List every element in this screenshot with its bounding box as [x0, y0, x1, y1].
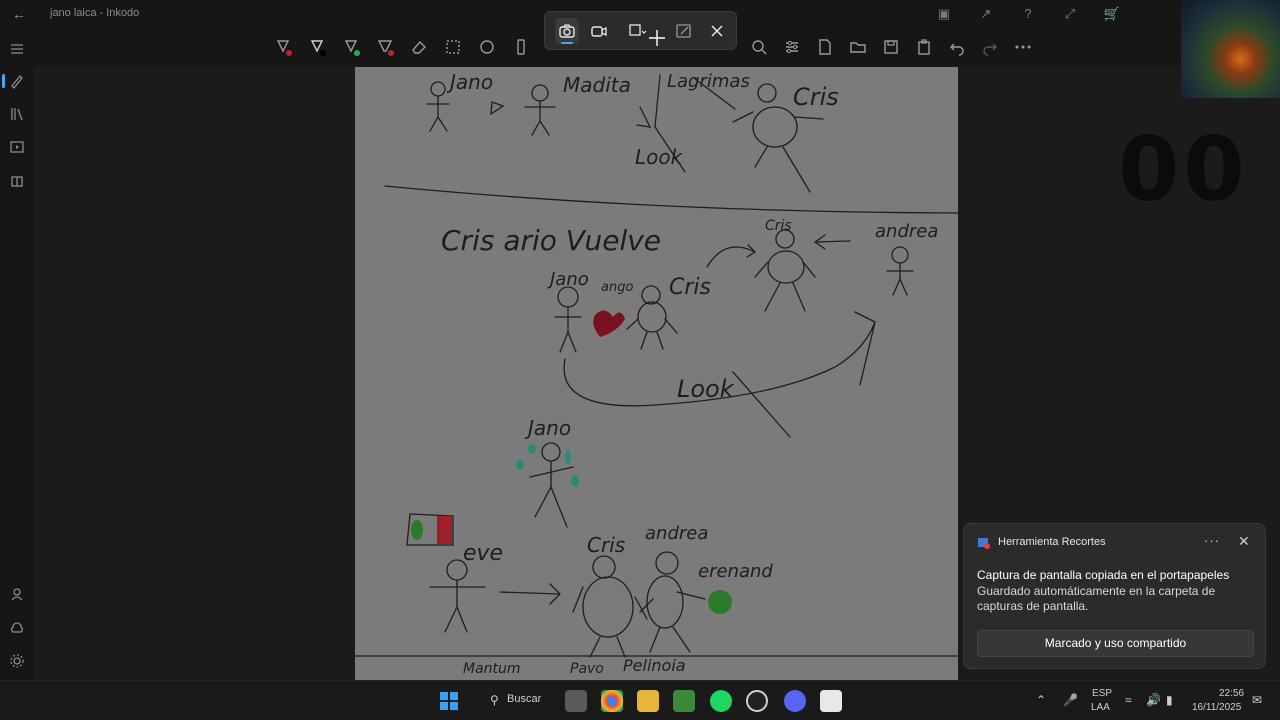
sketch-label-bottom-3: Pelinoia: [623, 656, 686, 675]
cart-icon[interactable]: 🛒: [1102, 4, 1122, 24]
eraser-icon[interactable]: [408, 36, 430, 58]
inkodo-icon[interactable]: [820, 690, 842, 712]
sketch-label-madita: Madita: [563, 73, 631, 97]
page-counter: 00: [1118, 118, 1249, 221]
expand-icon[interactable]: ⤢: [1060, 4, 1080, 24]
snip-notification-toast[interactable]: Herramienta Recortes ··· ✕ Captura de pa…: [963, 523, 1266, 669]
drawing-page[interactable]: Jano Madita Lagrimas Cris Look Cris ario…: [355, 67, 958, 680]
sketch-label-cris-mid: Cris: [765, 218, 792, 234]
new-page-icon[interactable]: [814, 36, 836, 58]
feedback-icon[interactable]: [8, 585, 26, 603]
notification-bell-icon[interactable]: ✉: [1252, 693, 1262, 707]
left-sidebar: [0, 44, 34, 680]
document-tools: [748, 36, 1034, 58]
more-options-icon[interactable]: [1012, 36, 1034, 58]
video-icon[interactable]: [588, 20, 610, 42]
sketch-label-look-mid: Look: [677, 375, 735, 403]
sketch-label-jano-low: Jano: [524, 416, 571, 440]
clock-time[interactable]: 22:56: [1219, 688, 1244, 699]
pen-red-icon[interactable]: [272, 36, 294, 58]
zoom-icon[interactable]: [748, 36, 770, 58]
more-options-icon[interactable]: ···: [1204, 533, 1220, 548]
menu-icon[interactable]: [8, 40, 26, 58]
lasso-select-icon[interactable]: [442, 36, 464, 58]
sketch-label-cris-mid2: Cris: [669, 275, 711, 300]
language-top[interactable]: ESP: [1092, 688, 1112, 699]
clock-date[interactable]: 16/11/2025: [1192, 702, 1241, 713]
selected-mode-underline: [561, 42, 573, 44]
open-folder-icon[interactable]: [847, 36, 869, 58]
sketch-label-andrea-low: andrea: [645, 523, 708, 544]
crosshair-cursor-icon: [649, 30, 665, 46]
toast-title: Captura de pantalla copiada en el portap…: [977, 568, 1230, 582]
microphone-icon[interactable]: 🎤: [1063, 693, 1078, 707]
sketch-label-look: Look: [635, 145, 684, 169]
save-icon[interactable]: [880, 36, 902, 58]
sketch-label-jano: Jano: [446, 70, 493, 94]
taskbar-search-label[interactable]: Buscar: [507, 693, 541, 705]
taskbar: ⚲ Buscar ⌃ 🎤 ESP LAA ≈ 🔊 ▮ 22:56 16/11/2…: [0, 680, 1280, 720]
windows-start-icon[interactable]: [438, 690, 460, 712]
shape-circle-icon[interactable]: [476, 36, 498, 58]
sketch-label-jano-mid: Jano: [547, 269, 589, 290]
cloud-icon[interactable]: [8, 619, 26, 637]
undo-icon[interactable]: [946, 36, 968, 58]
chrome-icon[interactable]: [601, 690, 623, 712]
pen-black-icon[interactable]: [306, 36, 328, 58]
toast-app-name: Herramienta Recortes: [998, 536, 1106, 548]
back-arrow-icon[interactable]: ←: [12, 6, 28, 22]
spotify-icon[interactable]: [710, 690, 732, 712]
library-icon[interactable]: [8, 105, 26, 123]
language-bottom[interactable]: LAA: [1091, 702, 1110, 713]
share-icon[interactable]: ↗: [976, 4, 996, 24]
game-thumbnail[interactable]: [1181, 0, 1280, 98]
camera-app-icon[interactable]: [746, 690, 768, 712]
highlighter-red-icon[interactable]: [374, 36, 396, 58]
pen-tools: [272, 36, 532, 58]
title-bar-actions: ▣ ↗ ? ⤢ 🛒: [934, 4, 1122, 24]
volume-icon[interactable]: 🔊: [1146, 693, 1161, 707]
sketch-label-bottom-1: Mantum: [463, 661, 521, 677]
pen-green-icon[interactable]: [340, 36, 362, 58]
camera-icon[interactable]: [556, 20, 578, 42]
battery-icon[interactable]: ▮: [1166, 693, 1173, 707]
snipping-toolbar: [544, 11, 737, 50]
ruler-icon[interactable]: [510, 36, 532, 58]
snip-shape-dropdown-icon[interactable]: [626, 20, 648, 42]
toast-body: Guardado automáticamente en la carpeta d…: [977, 584, 1216, 613]
gift-box-icon[interactable]: [8, 171, 26, 189]
freeform-edit-icon[interactable]: [673, 20, 695, 42]
gift-icon[interactable]: ▣: [934, 4, 954, 24]
sketch-label-erenand: erenand: [698, 561, 773, 582]
active-indicator: [2, 74, 5, 88]
sketch-label-bottom-2: Pavo: [570, 661, 604, 677]
media-icon[interactable]: [8, 138, 26, 156]
sketch-label-eve: eve: [463, 541, 503, 566]
help-icon[interactable]: ?: [1018, 4, 1038, 24]
chevron-up-icon[interactable]: ⌃: [1036, 693, 1046, 707]
draw-tool-icon[interactable]: [8, 72, 26, 90]
settings-sliders-icon[interactable]: [781, 36, 803, 58]
redo-icon[interactable]: [979, 36, 1001, 58]
snipping-tool-app-icon: [978, 538, 990, 549]
sketch-label-cris-low: Cris: [587, 533, 625, 557]
paste-icon[interactable]: [913, 36, 935, 58]
sketch-label-cris: Cris: [793, 83, 839, 111]
markup-share-button[interactable]: Marcado y uso compartido: [977, 630, 1254, 657]
sketch-label-ango: ango: [601, 280, 633, 295]
wifi-icon[interactable]: ≈: [1125, 693, 1132, 707]
store-icon[interactable]: [673, 690, 695, 712]
sketch-label-lagrimas: Lagrimas: [667, 71, 750, 92]
file-explorer-icon[interactable]: [637, 690, 659, 712]
discord-icon[interactable]: [784, 690, 806, 712]
search-icon[interactable]: ⚲: [490, 693, 499, 707]
sketch-label-andrea: andrea: [875, 221, 938, 242]
sketch-drawing: Jano Madita Lagrimas Cris Look Cris ario…: [355, 70, 958, 677]
close-icon[interactable]: ✕: [1238, 533, 1250, 550]
sketch-heading-cris-vuelve: Cris ario Vuelve: [441, 224, 661, 257]
close-icon[interactable]: [706, 20, 728, 42]
window-title: jano laica - Inkodo: [50, 7, 140, 19]
task-view-icon[interactable]: [565, 690, 587, 712]
settings-gear-icon[interactable]: [8, 652, 26, 670]
